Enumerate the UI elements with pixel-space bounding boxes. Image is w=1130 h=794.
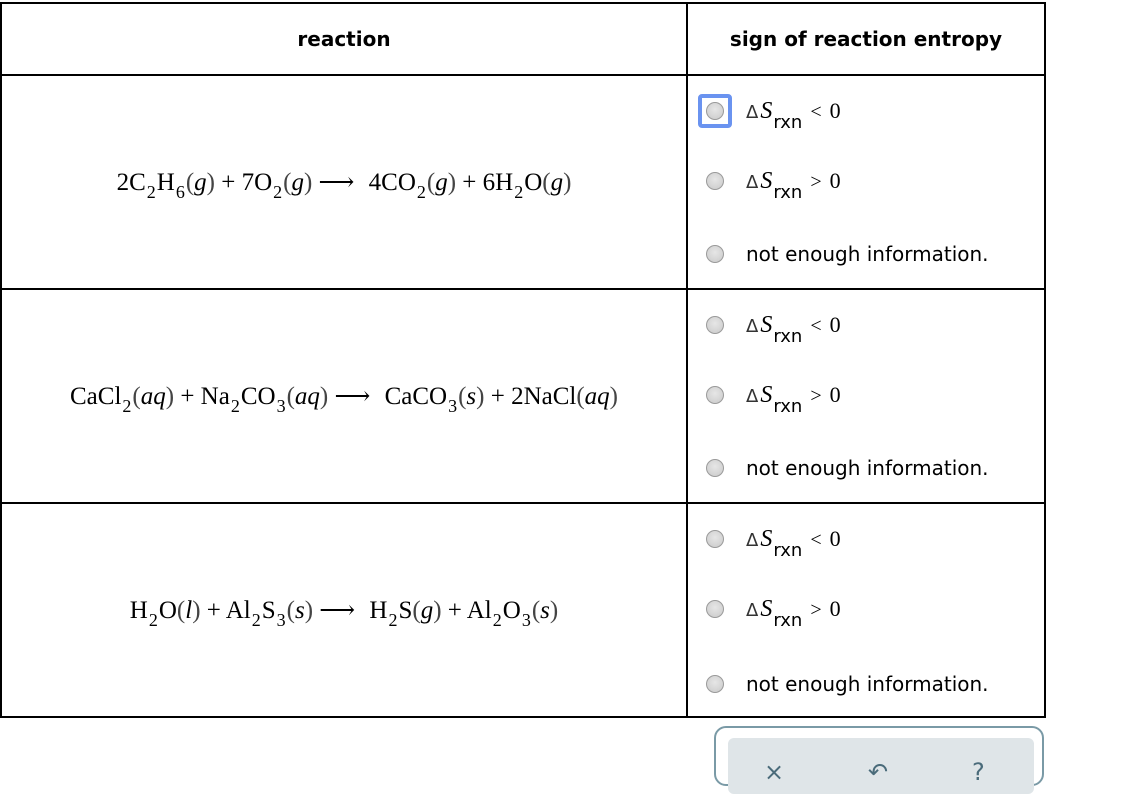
radio-button[interactable] [706, 245, 724, 263]
radio-button[interactable] [706, 530, 724, 548]
option-row2-negative[interactable]: Δ Srxn <0 [706, 310, 841, 347]
radio-button[interactable] [706, 172, 724, 190]
help-icon[interactable]: ? [972, 760, 985, 784]
radio-button[interactable] [706, 102, 724, 120]
table-row: CaCl2(aq) + Na2CO3(aq) ⟶ CaCO3(s) + 2NaC… [0, 288, 1046, 504]
option-label: not enough information. [746, 672, 989, 696]
option-label: Δ Srxn <0 [746, 525, 841, 561]
option-label: Δ Srxn >0 [746, 595, 841, 631]
options-cell-2: Δ Srxn <0 Δ Srxn >0 not enough information. [686, 288, 1046, 504]
radio-button[interactable] [706, 600, 724, 618]
option-label: not enough information. [746, 242, 989, 266]
table-row: 2C2H6(g) + 7O2(g) ⟶ 4CO2(g) + 6H2O(g) ΔS… [0, 74, 1046, 290]
equation-1: 2C2H6(g) + 7O2(g) ⟶ 4CO2(g) + 6H2O(g) [116, 169, 572, 202]
option-row2-positive[interactable]: Δ Srxn >0 [706, 380, 841, 417]
arrow-icon: ⟶ [319, 597, 356, 624]
radio-button[interactable] [706, 386, 724, 404]
reaction-equation-3: H2O(l) + Al2S3(s) ⟶ H2S(g) + Al2O3(s) [0, 502, 688, 718]
option-row1-negative[interactable]: Δ Srxn <0 [698, 94, 841, 133]
header-sign: sign of reaction entropy [686, 2, 1046, 76]
header-reaction: reaction [0, 2, 688, 76]
close-icon[interactable]: × [764, 760, 784, 784]
toolbar-panel: × ↶ ? [728, 738, 1034, 794]
radio-button[interactable] [706, 316, 724, 334]
option-label: Δ Srxn >0 [746, 167, 841, 203]
option-row2-not-enough[interactable]: not enough information. [706, 453, 989, 483]
table-header-row: reaction sign of reaction entropy [0, 2, 1046, 76]
arrow-icon: ⟶ [334, 383, 371, 410]
equation-3: H2O(l) + Al2S3(s) ⟶ H2S(g) + Al2O3(s) [129, 597, 559, 630]
options-cell-3: Δ Srxn <0 Δ Srxn >0 not enough information. [686, 502, 1046, 718]
option-row1-not-enough[interactable]: not enough information. [706, 239, 989, 269]
option-label: not enough information. [746, 456, 989, 480]
answer-toolbar: × ↶ ? [714, 726, 1044, 794]
option-label: Δ Srxn <0 [746, 97, 841, 133]
reaction-equation-2: CaCl2(aq) + Na2CO3(aq) ⟶ CaCO3(s) + 2NaC… [0, 288, 688, 504]
radio-button[interactable] [706, 675, 724, 693]
reaction-entropy-table: reaction sign of reaction entropy 2C2H6(… [0, 2, 1046, 718]
undo-icon[interactable]: ↶ [868, 760, 888, 784]
option-row1-positive[interactable]: Δ Srxn >0 [706, 166, 841, 203]
radio-focus-ring[interactable] [698, 94, 732, 128]
option-row3-not-enough[interactable]: not enough information. [706, 669, 989, 699]
table-row: H2O(l) + Al2S3(s) ⟶ H2S(g) + Al2O3(s) ΔS… [0, 502, 1046, 718]
option-label: Δ Srxn >0 [746, 381, 841, 417]
arrow-icon: ⟶ [318, 169, 355, 196]
reaction-equation-1: 2C2H6(g) + 7O2(g) ⟶ 4CO2(g) + 6H2O(g) [0, 74, 688, 290]
option-row3-positive[interactable]: Δ Srxn >0 [706, 594, 841, 631]
equation-2: CaCl2(aq) + Na2CO3(aq) ⟶ CaCO3(s) + 2NaC… [70, 383, 618, 416]
option-row3-negative[interactable]: Δ Srxn <0 [706, 524, 841, 561]
radio-button[interactable] [706, 459, 724, 477]
options-cell-1: Δ Srxn <0 Δ Srxn >0 not enough information. [686, 74, 1046, 290]
option-label: Δ Srxn <0 [746, 311, 841, 347]
